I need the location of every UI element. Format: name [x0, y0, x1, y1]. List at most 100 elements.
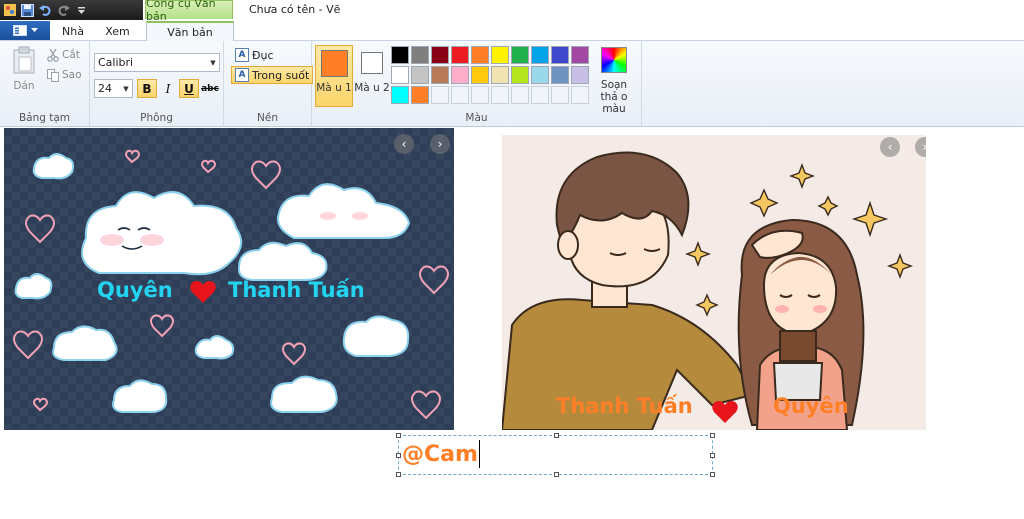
- resize-handle[interactable]: [710, 433, 715, 438]
- opaque-button[interactable]: A Đục: [231, 46, 278, 64]
- quick-access-toolbar: [0, 0, 143, 20]
- palette-color-swatch[interactable]: [411, 46, 429, 64]
- text-input-content: @Cam: [402, 440, 480, 468]
- resize-handle[interactable]: [710, 453, 715, 458]
- right-name-1: Thanh Tuấn: [556, 394, 693, 418]
- font-family-select[interactable]: Calibri ▼: [94, 53, 220, 72]
- color2-button[interactable]: Mà u 2: [353, 45, 391, 107]
- font-size-value: 24: [98, 82, 112, 95]
- color2-swatch: [361, 52, 383, 74]
- color1-swatch: [320, 50, 348, 77]
- chevron-right-icon[interactable]: ›: [430, 134, 450, 154]
- font-group-label: Phông: [140, 112, 173, 124]
- palette-color-swatch[interactable]: [451, 46, 469, 64]
- palette-color-swatch[interactable]: [511, 66, 529, 84]
- color-palette: [391, 46, 589, 104]
- copy-button[interactable]: Sao: [47, 67, 82, 83]
- bold-button[interactable]: B: [137, 79, 157, 98]
- couple-image: ‹ ›: [502, 135, 926, 430]
- resize-handle[interactable]: [396, 433, 401, 438]
- palette-color-swatch[interactable]: [511, 46, 529, 64]
- paste-label: Dán: [13, 80, 35, 92]
- copy-icon: [47, 68, 59, 82]
- palette-color-swatch[interactable]: [451, 66, 469, 84]
- resize-handle[interactable]: [710, 472, 715, 477]
- palette-empty-swatch[interactable]: [531, 86, 549, 104]
- save-icon[interactable]: [20, 3, 35, 18]
- background-group-label: Nền: [257, 112, 278, 124]
- palette-color-swatch[interactable]: [391, 66, 409, 84]
- chevron-left-icon[interactable]: ‹: [880, 137, 900, 157]
- palette-color-swatch[interactable]: [431, 66, 449, 84]
- drawing-canvas[interactable]: ‹ › ‹ Quyên Thanh Tuấn Thanh Tuấn Quyên …: [0, 128, 1024, 519]
- left-name-2: Thanh Tuấn: [228, 278, 365, 302]
- resize-handle[interactable]: [554, 472, 559, 477]
- right-name-2: Quyên: [773, 394, 849, 418]
- palette-empty-swatch[interactable]: [491, 86, 509, 104]
- resize-handle[interactable]: [396, 453, 401, 458]
- palette-color-swatch[interactable]: [551, 46, 569, 64]
- palette-color-swatch[interactable]: [391, 86, 409, 104]
- palette-color-swatch[interactable]: [571, 66, 589, 84]
- palette-color-swatch[interactable]: [471, 46, 489, 64]
- redo-icon[interactable]: [56, 3, 71, 18]
- underline-button[interactable]: U: [179, 79, 199, 98]
- palette-empty-swatch[interactable]: [511, 86, 529, 104]
- tab-home[interactable]: Nhà: [52, 21, 94, 41]
- transparent-button[interactable]: A Trong suốt: [231, 66, 314, 84]
- font-family-value: Calibri: [98, 56, 134, 69]
- palette-empty-swatch[interactable]: [431, 86, 449, 104]
- customize-qat-icon[interactable]: [74, 3, 89, 18]
- palette-color-swatch[interactable]: [531, 46, 549, 64]
- palette-color-swatch[interactable]: [571, 46, 589, 64]
- strikethrough-button[interactable]: abc: [200, 79, 220, 98]
- opaque-label: Đục: [252, 48, 274, 62]
- palette-color-swatch[interactable]: [431, 46, 449, 64]
- left-name-1: Quyên: [97, 278, 173, 302]
- heart-icon: [190, 281, 216, 303]
- ribbon: Dán Cắt Sao Bảng tạm Phông Calibri ▼ 24 …: [0, 41, 1024, 127]
- paste-button[interactable]: Dán: [10, 46, 38, 96]
- cut-button[interactable]: Cắt: [47, 47, 80, 63]
- palette-color-swatch[interactable]: [471, 66, 489, 84]
- window-title: Chưa có tên - Vẽ: [249, 3, 341, 16]
- palette-color-swatch[interactable]: [531, 66, 549, 84]
- couple-illustration: [502, 151, 913, 430]
- chevron-down-icon: ▼: [123, 84, 129, 93]
- transparent-icon: A: [235, 68, 249, 82]
- palette-empty-swatch[interactable]: [551, 86, 569, 104]
- text-caret: [478, 440, 480, 468]
- palette-empty-swatch[interactable]: [571, 86, 589, 104]
- chevron-left-icon[interactable]: ‹: [394, 134, 414, 154]
- color1-label: Mà u 1: [316, 82, 352, 94]
- cut-label: Cắt: [62, 49, 80, 61]
- tab-text[interactable]: Văn bản: [146, 21, 234, 42]
- tab-view[interactable]: Xem: [95, 21, 140, 41]
- copy-label: Sao: [62, 69, 82, 81]
- palette-empty-swatch[interactable]: [471, 86, 489, 104]
- text-tools-context-label: Công cụ Văn bản: [145, 0, 233, 23]
- color1-button[interactable]: Mà u 1: [315, 45, 353, 107]
- chevron-down-icon: [30, 28, 38, 32]
- italic-button[interactable]: I: [158, 79, 178, 98]
- palette-color-swatch[interactable]: [551, 66, 569, 84]
- palette-empty-swatch[interactable]: [451, 86, 469, 104]
- resize-handle[interactable]: [554, 433, 559, 438]
- palette-color-swatch[interactable]: [411, 86, 429, 104]
- heart-icon: [712, 401, 738, 423]
- palette-color-swatch[interactable]: [491, 66, 509, 84]
- palette-color-swatch[interactable]: [491, 46, 509, 64]
- color2-label: Mà u 2: [354, 82, 390, 94]
- resize-handle[interactable]: [396, 472, 401, 477]
- file-menu-button[interactable]: [0, 21, 50, 40]
- edit-colors-button[interactable]: Soạn thả o màu: [592, 47, 636, 115]
- clipboard-group: Dán Cắt Sao Bảng tạm: [0, 41, 90, 127]
- title-bar: Công cụ Văn bản Chưa có tên - Vẽ: [0, 0, 1024, 23]
- font-size-select[interactable]: 24 ▼: [94, 79, 133, 98]
- undo-icon[interactable]: [38, 3, 53, 18]
- app-icon[interactable]: [2, 3, 17, 18]
- chevron-down-icon: ▼: [210, 58, 216, 67]
- palette-color-swatch[interactable]: [391, 46, 409, 64]
- palette-color-swatch[interactable]: [411, 66, 429, 84]
- text-input-box[interactable]: @Cam: [396, 433, 715, 477]
